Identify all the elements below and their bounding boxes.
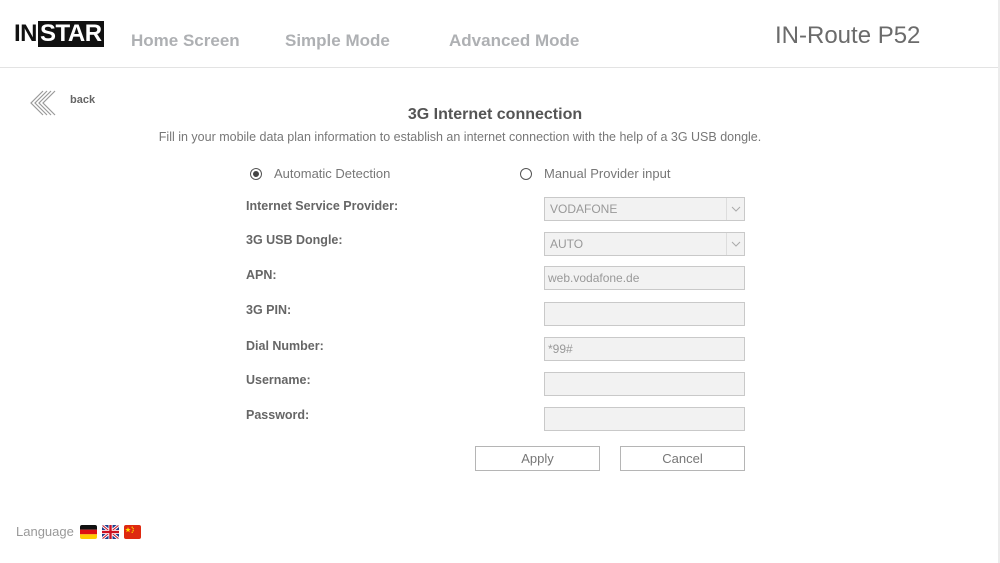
pin-label: 3G PIN: (246, 303, 292, 317)
logo-in: IN (13, 20, 38, 47)
logo-star: STAR (38, 20, 104, 47)
radio-automatic-detection[interactable]: Automatic Detection (250, 166, 390, 181)
header: IN STAR Home Screen Simple Mode Advanced … (0, 0, 1000, 68)
password-input[interactable] (544, 407, 745, 431)
german-flag-icon[interactable] (79, 524, 97, 539)
username-label: Username: (246, 373, 311, 387)
product-name: IN-Route P52 (775, 22, 921, 49)
language-selector: Language (16, 524, 146, 539)
dongle-label: 3G USB Dongle: (246, 233, 343, 247)
isp-label: Internet Service Provider: (246, 199, 399, 213)
apn-label: APN: (246, 268, 277, 282)
uk-flag-icon[interactable] (101, 524, 119, 539)
nav-simple-mode[interactable]: Simple Mode (285, 31, 390, 51)
username-input[interactable] (544, 372, 745, 396)
chevron-down-icon (726, 233, 744, 255)
isp-value: VODAFONE (550, 202, 618, 216)
nav-advanced-mode[interactable]: Advanced Mode (449, 31, 579, 51)
pin-input[interactable] (544, 302, 745, 326)
cancel-button[interactable]: Cancel (620, 446, 745, 471)
radio-checked-icon (250, 167, 262, 180)
dial-number-label: Dial Number: (246, 339, 324, 353)
dongle-value: AUTO (550, 237, 584, 251)
china-flag-icon[interactable] (123, 524, 141, 539)
page-title: 3G Internet connection (407, 106, 583, 123)
dial-number-input[interactable]: *99# (544, 337, 745, 361)
language-label: Language (16, 524, 74, 539)
apn-input[interactable]: web.vodafone.de (544, 266, 745, 290)
nav-home-screen[interactable]: Home Screen (131, 31, 240, 51)
dongle-select[interactable]: AUTO (544, 232, 745, 256)
back-label: back (70, 94, 96, 106)
radio-unchecked-icon (520, 167, 532, 180)
apply-button[interactable]: Apply (475, 446, 600, 471)
password-label: Password: (246, 408, 310, 422)
radio-manual-provider[interactable]: Manual Provider input (520, 166, 670, 181)
isp-select[interactable]: VODAFONE (544, 197, 745, 221)
radio-manual-label: Manual Provider input (544, 166, 671, 181)
instar-logo[interactable]: IN STAR (13, 21, 104, 47)
page-description: Fill in your mobile data plan informatio… (158, 130, 762, 144)
radio-automatic-label: Automatic Detection (274, 166, 391, 181)
chevron-down-icon (726, 198, 744, 220)
